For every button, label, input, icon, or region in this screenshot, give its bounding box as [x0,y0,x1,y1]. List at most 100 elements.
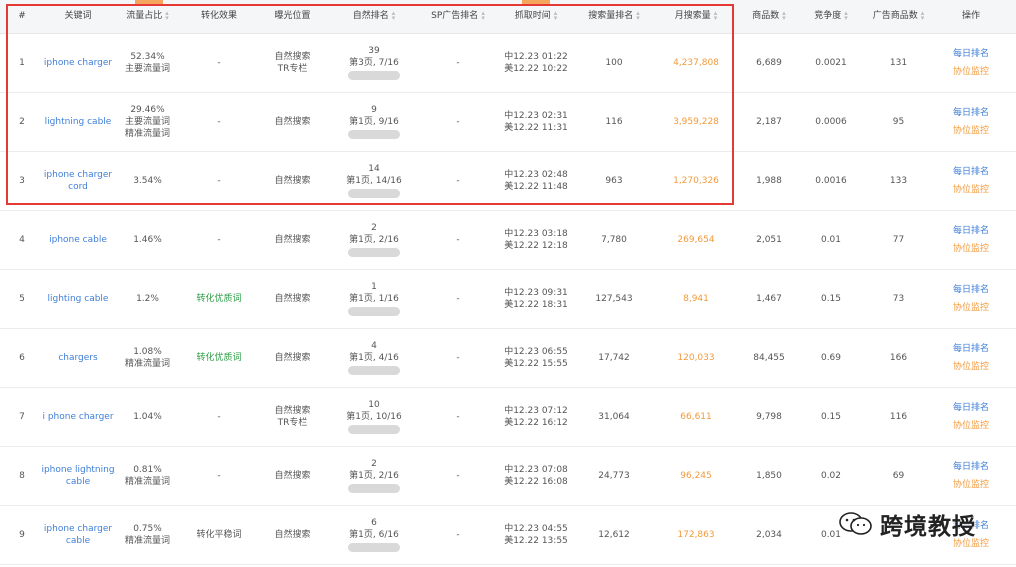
col-competition-header[interactable]: 竞争度 ▴ ▾ [800,0,862,33]
rank-pill[interactable] [348,366,400,375]
row-index: 6 [19,352,25,363]
search-rank-value: 127,543 [595,293,633,304]
daily-rank-link[interactable]: 每日排名 [953,222,989,240]
monthly-volume-value: 96,245 [680,470,712,481]
ad-products-value: 73 [892,293,905,304]
fetch-time: 美12.22 16:12 [504,417,568,428]
rank-number: 4 [371,341,377,351]
row-index-cell: 9 [0,505,44,564]
search-rank-value: 31,064 [598,411,630,422]
row-index: 9 [19,529,25,540]
fetch-time-cell: 中12.23 07:12 美12.22 16:12 [498,387,574,446]
keyword-link[interactable]: i phone charger [42,411,113,423]
rank-monitor-link[interactable]: 协位监控 [953,122,989,140]
watermark-text: 跨境教授 [880,514,976,540]
organic-rank-cell: 6 第1页, 6/16 [330,505,418,564]
search-rank-value: 24,773 [598,470,630,481]
keyword-link[interactable]: iphone charger [44,523,112,535]
rank-pill[interactable] [348,543,400,552]
col-actions-header: 操作 [935,0,1007,33]
keyword-cell[interactable]: iphone charger cable [44,505,112,564]
conversion-value: 转化平稳词 [196,529,242,540]
row-index-cell: 4 [0,210,44,269]
col-products-header[interactable]: 商品数 ▴ ▾ [738,0,800,33]
fetch-time: 中12.23 06:55 [504,346,568,357]
ad-products-cell: 131 [862,33,935,92]
sort-icon[interactable]: ▴ ▾ [844,9,848,21]
header-label: 广告商品数 [872,11,918,21]
keyword-link[interactable]: cable [66,476,90,488]
row-index-cell: 6 [0,328,44,387]
fetch-time: 中12.23 07:12 [504,405,568,416]
conversion-cell: 转化优质词 [183,269,255,328]
sp-rank-value: - [456,411,460,422]
rank-pill[interactable] [348,248,400,257]
fetch-time-cell: 中12.23 09:31 美12.22 18:31 [498,269,574,328]
actions-cell: 每日排名 协位监控 [935,210,1007,269]
fetch-time-cell: 中12.23 04:55 美12.22 13:55 [498,505,574,564]
keyword-cell[interactable]: iphone lightning cable [41,446,114,505]
actions-cell: 每日排名 协位监控 [935,328,1007,387]
daily-rank-link[interactable]: 每日排名 [953,104,989,122]
exposure-cell: 自然搜索 [255,210,330,269]
rank-monitor-link[interactable]: 协位监控 [953,240,989,258]
daily-rank-link[interactable]: 每日排名 [953,45,989,63]
daily-rank-link[interactable]: 每日排名 [953,163,989,181]
rank-pill[interactable] [348,484,400,493]
daily-rank-link[interactable]: 每日排名 [953,399,989,417]
conversion-value: 转化优质词 [196,293,242,304]
keyword-link[interactable]: iphone lightning [41,464,114,476]
rank-monitor-link[interactable]: 协位监控 [953,476,989,494]
rank-number: 10 [368,400,380,410]
traffic-share-cell: 1.08% 精准流量词 [112,328,183,387]
products-value: 1,988 [756,175,782,186]
traffic-share-value: 1.08% [133,346,162,357]
rank-monitor-link[interactable]: 协位监控 [953,181,989,199]
row-index: 8 [19,470,25,481]
keyword-cell[interactable]: chargers [44,328,112,387]
daily-rank-link[interactable]: 每日排名 [953,340,989,358]
competition-value: 0.02 [820,470,842,481]
sort-icon[interactable]: ▴ ▾ [921,9,925,21]
ad-products-value: 116 [889,411,908,422]
highlight-box [6,4,734,205]
rank-pill[interactable] [348,425,400,434]
keyword-link[interactable]: iphone cable [49,234,107,246]
search-rank-cell: 31,064 [574,387,654,446]
rank-page: 第1页, 4/16 [349,353,399,363]
competition-value: 0.0006 [815,116,847,127]
organic-rank-cell: 10 第1页, 10/16 [330,387,418,446]
conversion-value: - [217,411,221,422]
keyword-link[interactable]: lighting cable [48,293,109,305]
daily-rank-link[interactable]: 每日排名 [953,458,989,476]
keyword-link[interactable]: chargers [58,352,97,364]
rank-monitor-link[interactable]: 协位监控 [953,417,989,435]
rank-monitor-link[interactable]: 协位监控 [953,358,989,376]
fetch-time: 美12.22 15:55 [504,358,568,369]
row-index: 4 [19,234,25,245]
table-row: 5 lighting cable 1.2% 转化优质词 自然搜索 1 第1页, 1/16 - 中… [0,269,1016,329]
ad-products-value: 69 [892,470,905,481]
monthly-volume-cell: 96,245 [654,446,738,505]
table-row: 6 chargers 1.08% 精准流量词 转化优质词 自然搜索 4 第1页, 4/16 - 中… [0,328,1016,388]
ad-products-value: 131 [889,57,908,68]
search-rank-cell: 17,742 [574,328,654,387]
keyword-cell[interactable]: lighting cable [44,269,112,328]
rank-monitor-link[interactable]: 协位监控 [953,299,989,317]
keyword-link[interactable]: cable [66,535,90,547]
sp-rank-cell: - [418,269,498,328]
actions-cell: 每日排名 协位监控 [935,269,1007,328]
rank-monitor-link[interactable]: 协位监控 [953,63,989,81]
products-value: 6,689 [756,57,782,68]
wechat-icon [838,511,874,537]
keyword-cell[interactable]: i phone charger [42,387,113,446]
rank-pill[interactable] [348,307,400,316]
conversion-cell: - [183,387,255,446]
keyword-cell[interactable]: iphone cable [44,210,112,269]
conversion-cell: 转化平稳词 [183,505,255,564]
sort-icon[interactable]: ▴ ▾ [782,9,786,21]
competition-cell: 0.0021 [800,33,862,92]
col-ad-products-header[interactable]: 广告商品数 ▴ ▾ [862,0,935,33]
monthly-volume-value: 269,654 [677,234,715,245]
daily-rank-link[interactable]: 每日排名 [953,281,989,299]
